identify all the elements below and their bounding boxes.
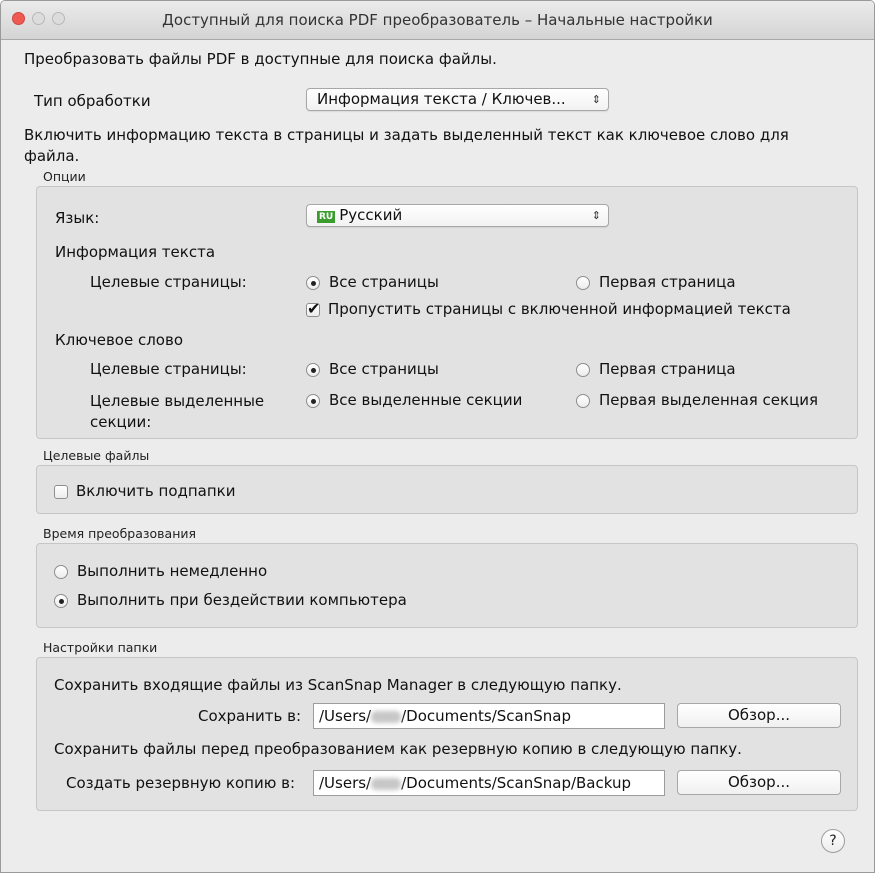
include-subfolders-label[interactable]: Включить подпапки <box>76 482 236 500</box>
keyword-all-sections-label[interactable]: Все выделенные секции <box>329 391 522 409</box>
popup-arrows-icon: ⇕ <box>591 93 601 106</box>
save-location-label: Сохранить в: <box>198 707 302 725</box>
text-info-first-page-radio[interactable] <box>576 276 590 290</box>
title-bar: Доступный для поиска PDF преобразователь… <box>1 1 874 40</box>
redacted-username <box>371 710 402 723</box>
backup-path-field[interactable]: /Users/ /Documents/ScanSnap/Backup <box>313 770 665 796</box>
russian-flag-icon: RU <box>317 211 336 223</box>
keyword-first-page-radio[interactable] <box>576 363 590 377</box>
keyword-first-section-radio[interactable] <box>576 394 590 408</box>
language-value: Русский <box>339 206 403 224</box>
zoom-window-button[interactable] <box>52 12 65 25</box>
text-info-heading: Информация текста <box>55 243 216 261</box>
folder-settings-group-label: Настройки папки <box>43 640 158 655</box>
backup-path-suffix: /Documents/ScanSnap/Backup <box>401 774 632 792</box>
conversion-time-group <box>36 543 858 628</box>
keyword-first-page-label[interactable]: Первая страница <box>599 360 736 378</box>
redacted-username <box>371 777 402 790</box>
settings-window: Доступный для поиска PDF преобразователь… <box>0 0 875 873</box>
text-info-target-pages-label: Целевые страницы: <box>90 273 247 291</box>
skip-pages-checkbox[interactable]: ✔ <box>306 299 320 318</box>
text-info-all-pages-radio[interactable] <box>306 276 320 290</box>
backup-path-prefix: /Users/ <box>319 774 372 792</box>
popup-arrows-icon: ⇕ <box>591 209 601 222</box>
run-immediately-radio[interactable] <box>54 565 68 579</box>
backup-description: Сохранить файлы перед преобразованием ка… <box>54 740 742 758</box>
window-title: Доступный для поиска PDF преобразователь… <box>162 11 713 29</box>
keyword-heading: Ключевое слово <box>55 331 183 349</box>
target-files-group-label: Целевые файлы <box>43 448 150 463</box>
save-description: Сохранить входящие файлы из ScanSnap Man… <box>54 676 622 694</box>
keyword-all-pages-label[interactable]: Все страницы <box>329 360 439 378</box>
browse-backup-button[interactable]: Обзор... <box>677 770 841 795</box>
keyword-sections-label-line1: Целевые выделенные <box>90 392 265 410</box>
keyword-all-sections-radio[interactable] <box>306 394 320 408</box>
processing-type-label: Тип обработки <box>34 92 151 110</box>
processing-description: Включить информацию текста в страницы и … <box>24 126 789 165</box>
conversion-time-group-label: Время преобразования <box>43 526 197 541</box>
keyword-first-section-label[interactable]: Первая выделенная секция <box>599 391 818 409</box>
include-subfolders-checkbox[interactable] <box>54 485 68 499</box>
processing-type-value: Информация текста / Ключев... <box>317 90 566 108</box>
run-immediately-label[interactable]: Выполнить немедленно <box>77 562 267 580</box>
text-info-first-page-label[interactable]: Первая страница <box>599 273 736 291</box>
run-when-idle-label[interactable]: Выполнить при бездействии компьютера <box>77 591 407 609</box>
browse-save-button[interactable]: Обзор... <box>677 703 841 728</box>
save-path-field[interactable]: /Users/ /Documents/ScanSnap <box>313 703 665 729</box>
backup-location-label: Создать резервную копию в: <box>66 774 296 792</box>
close-window-button[interactable] <box>12 12 25 25</box>
minimize-window-button[interactable] <box>32 12 45 25</box>
keyword-sections-label-line2: секции: <box>90 413 152 431</box>
checkmark-icon: ✔ <box>307 299 321 318</box>
options-group-label: Опции <box>43 169 86 184</box>
keyword-all-pages-radio[interactable] <box>306 363 320 377</box>
keyword-target-pages-label: Целевые страницы: <box>90 360 247 378</box>
save-path-prefix: /Users/ <box>319 707 372 725</box>
intro-text: Преобразовать файлы PDF в доступные для … <box>24 50 497 68</box>
language-label: Язык: <box>55 209 100 227</box>
run-when-idle-radio[interactable] <box>54 594 68 608</box>
processing-type-popup[interactable]: Информация текста / Ключев... ⇕ <box>306 88 609 111</box>
text-info-all-pages-label[interactable]: Все страницы <box>329 273 439 291</box>
help-button[interactable]: ? <box>821 829 845 853</box>
save-path-suffix: /Documents/ScanSnap <box>401 707 571 725</box>
language-popup[interactable]: RU Русский ⇕ <box>306 204 609 227</box>
keyword-sections-label: Целевые выделенные секции: <box>90 391 264 433</box>
skip-pages-label[interactable]: Пропустить страницы с включенной информа… <box>328 300 791 318</box>
